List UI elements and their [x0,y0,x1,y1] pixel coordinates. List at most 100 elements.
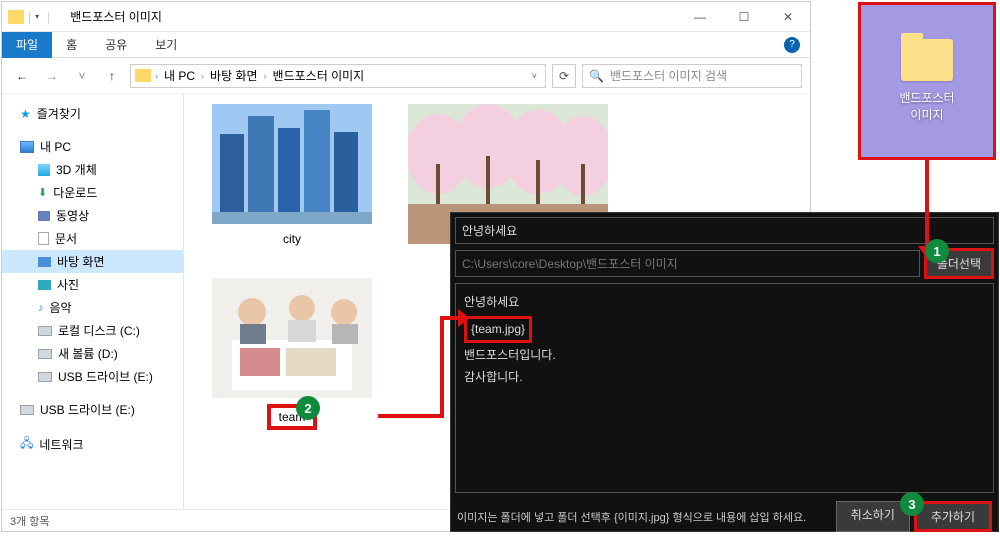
body-line: 감사합니다. [464,367,985,389]
button-label: 추가하기 [931,510,975,524]
body-line: 밴드포스터입니다. [464,345,985,367]
maximize-button[interactable]: ☐ [722,2,766,32]
tree-volume-d[interactable]: 새 볼륨 (D:) [2,342,183,365]
tree-network[interactable]: 🖧 네트워크 [2,431,183,458]
file-item-team[interactable]: team [212,278,372,430]
tab-home[interactable]: 홈 [52,36,91,53]
usb-icon [20,405,34,415]
document-icon [38,232,49,245]
chevron-right-icon: › [264,71,267,81]
tree-label: 3D 개체 [56,161,97,178]
body-line: 안녕하세요 [464,292,985,314]
close-button[interactable]: ✕ [766,2,810,32]
add-button[interactable]: 추가하기 [914,501,992,532]
tree-label: USB 드라이브 (E:) [58,368,153,385]
tree-usb-e[interactable]: USB 드라이브 (E:) [2,365,183,388]
tree-label: 즐겨찾기 [37,105,81,122]
callout-2: 2 [296,396,320,420]
folder-icon [901,39,953,81]
tree-documents[interactable]: 문서 [2,227,183,250]
nav-toolbar: ← → ˅ ↑ › 내 PC › 바탕 화면 › 밴드포스터 이미지 ˅ ⟳ 🔍… [2,58,810,94]
thumbnail [212,104,372,224]
search-icon: 🔍 [589,69,604,83]
window-title: 밴드포스터 이미지 [70,8,162,25]
desktop-folder-callout[interactable]: 밴드포스터 이미지 [858,2,996,160]
nav-back-button[interactable]: ← [10,64,34,88]
tab-share[interactable]: 공유 [91,36,141,53]
folder-icon [8,10,24,24]
disk-icon [38,326,52,336]
dialog-subject-input[interactable]: 안녕하세요 [455,217,994,244]
callout-3: 3 [900,492,924,516]
pictures-icon [38,280,51,290]
tree-label: 사진 [57,276,79,293]
qat-divider: | [28,10,31,24]
qat-dropdown-icon[interactable]: ▾ [35,12,39,21]
nav-tree: ★ 즐겨찾기 내 PC 3D 개체 ⬇ 다운로드 동영상 문서 바탕 화면 사진 ♪… [2,94,184,509]
refresh-button[interactable]: ⟳ [552,64,576,88]
dialog-body-textarea[interactable]: 안녕하세요 {team.jpg} 밴드포스터입니다. 감사합니다. [455,283,994,493]
download-icon: ⬇ [38,186,47,199]
nav-forward-button[interactable]: → [40,64,64,88]
arrow-head-icon [458,309,470,327]
tree-label: 네트워크 [39,436,83,453]
item-count: 3개 항목 [10,513,50,529]
disk-icon [38,349,52,359]
tree-videos[interactable]: 동영상 [2,204,183,227]
window-controls: — ☐ ✕ [678,2,810,32]
tree-music[interactable]: ♪ 음악 [2,296,183,319]
tree-this-pc[interactable]: 내 PC [2,135,183,158]
titlebar-icons: | ▾ | [2,10,50,24]
dialog-path-row: C:\Users\core\Desktop\밴드포스터 이미지 폴더선택 [455,248,994,279]
dialog-path-input[interactable]: C:\Users\core\Desktop\밴드포스터 이미지 [455,250,920,277]
network-icon: 🖧 [20,434,33,455]
tree-quick-access[interactable]: ★ 즐겨찾기 [2,102,183,125]
tree-label: 바탕 화면 [57,253,105,270]
pc-icon [20,141,34,153]
help-icon[interactable]: ? [784,37,800,53]
tree-usb-e-root[interactable]: USB 드라이브 (E:) [2,398,183,421]
tree-label: 내 PC [40,138,71,155]
arrow-line [925,160,929,250]
cube-icon [38,164,50,176]
address-dropdown-icon[interactable]: ˅ [528,71,541,81]
dialog-subject-text: 안녕하세요 [462,224,517,238]
breadcrumb[interactable]: 바탕 화면 [208,67,260,84]
folder-label: 밴드포스터 이미지 [899,89,954,123]
tab-view[interactable]: 보기 [141,36,191,53]
qat-sep: | [47,10,50,24]
nav-recent-button[interactable]: ˅ [70,64,94,88]
tree-label: USB 드라이브 (E:) [40,401,135,418]
video-icon [38,211,50,221]
tree-desktop[interactable]: 바탕 화면 [2,250,183,273]
tree-3d-objects[interactable]: 3D 개체 [2,158,183,181]
tree-label: 음악 [50,299,72,316]
ribbon-tabs: 파일 홈 공유 보기 ? [2,32,810,58]
tab-file[interactable]: 파일 [2,32,52,58]
arrow-line [378,414,443,418]
minimize-button[interactable]: — [678,2,722,32]
dialog-path-text: C:\Users\core\Desktop\밴드포스터 이미지 [462,257,678,271]
tree-downloads[interactable]: ⬇ 다운로드 [2,181,183,204]
tree-label: 다운로드 [53,184,97,201]
tree-label: 문서 [55,230,77,247]
address-bar[interactable]: › 내 PC › 바탕 화면 › 밴드포스터 이미지 ˅ [130,64,546,88]
titlebar[interactable]: | ▾ | 밴드포스터 이미지 — ☐ ✕ [2,2,810,32]
folder-icon [135,69,151,82]
callout-1: 1 [925,239,949,263]
search-input[interactable]: 🔍 밴드포스터 이미지 검색 [582,64,802,88]
music-icon: ♪ [38,302,44,314]
cancel-button[interactable]: 취소하기 [836,501,910,532]
star-icon: ★ [20,107,31,121]
breadcrumb[interactable]: 밴드포스터 이미지 [271,67,367,84]
dialog-hint: 이미지는 폴더에 넣고 폴더 선택후 {이미지.jpg} 형식으로 내용에 삽입… [457,509,806,525]
usb-icon [38,372,52,382]
tree-label: 새 볼륨 (D:) [58,345,118,362]
breadcrumb[interactable]: 내 PC [162,67,197,84]
nav-up-button[interactable]: ↑ [100,64,124,88]
tree-local-disk-c[interactable]: 로컬 디스크 (C:) [2,319,183,342]
desktop-icon [38,257,51,267]
file-item-city[interactable]: city [212,104,372,248]
message-dialog: 안녕하세요 C:\Users\core\Desktop\밴드포스터 이미지 폴더… [450,212,999,532]
tree-pictures[interactable]: 사진 [2,273,183,296]
